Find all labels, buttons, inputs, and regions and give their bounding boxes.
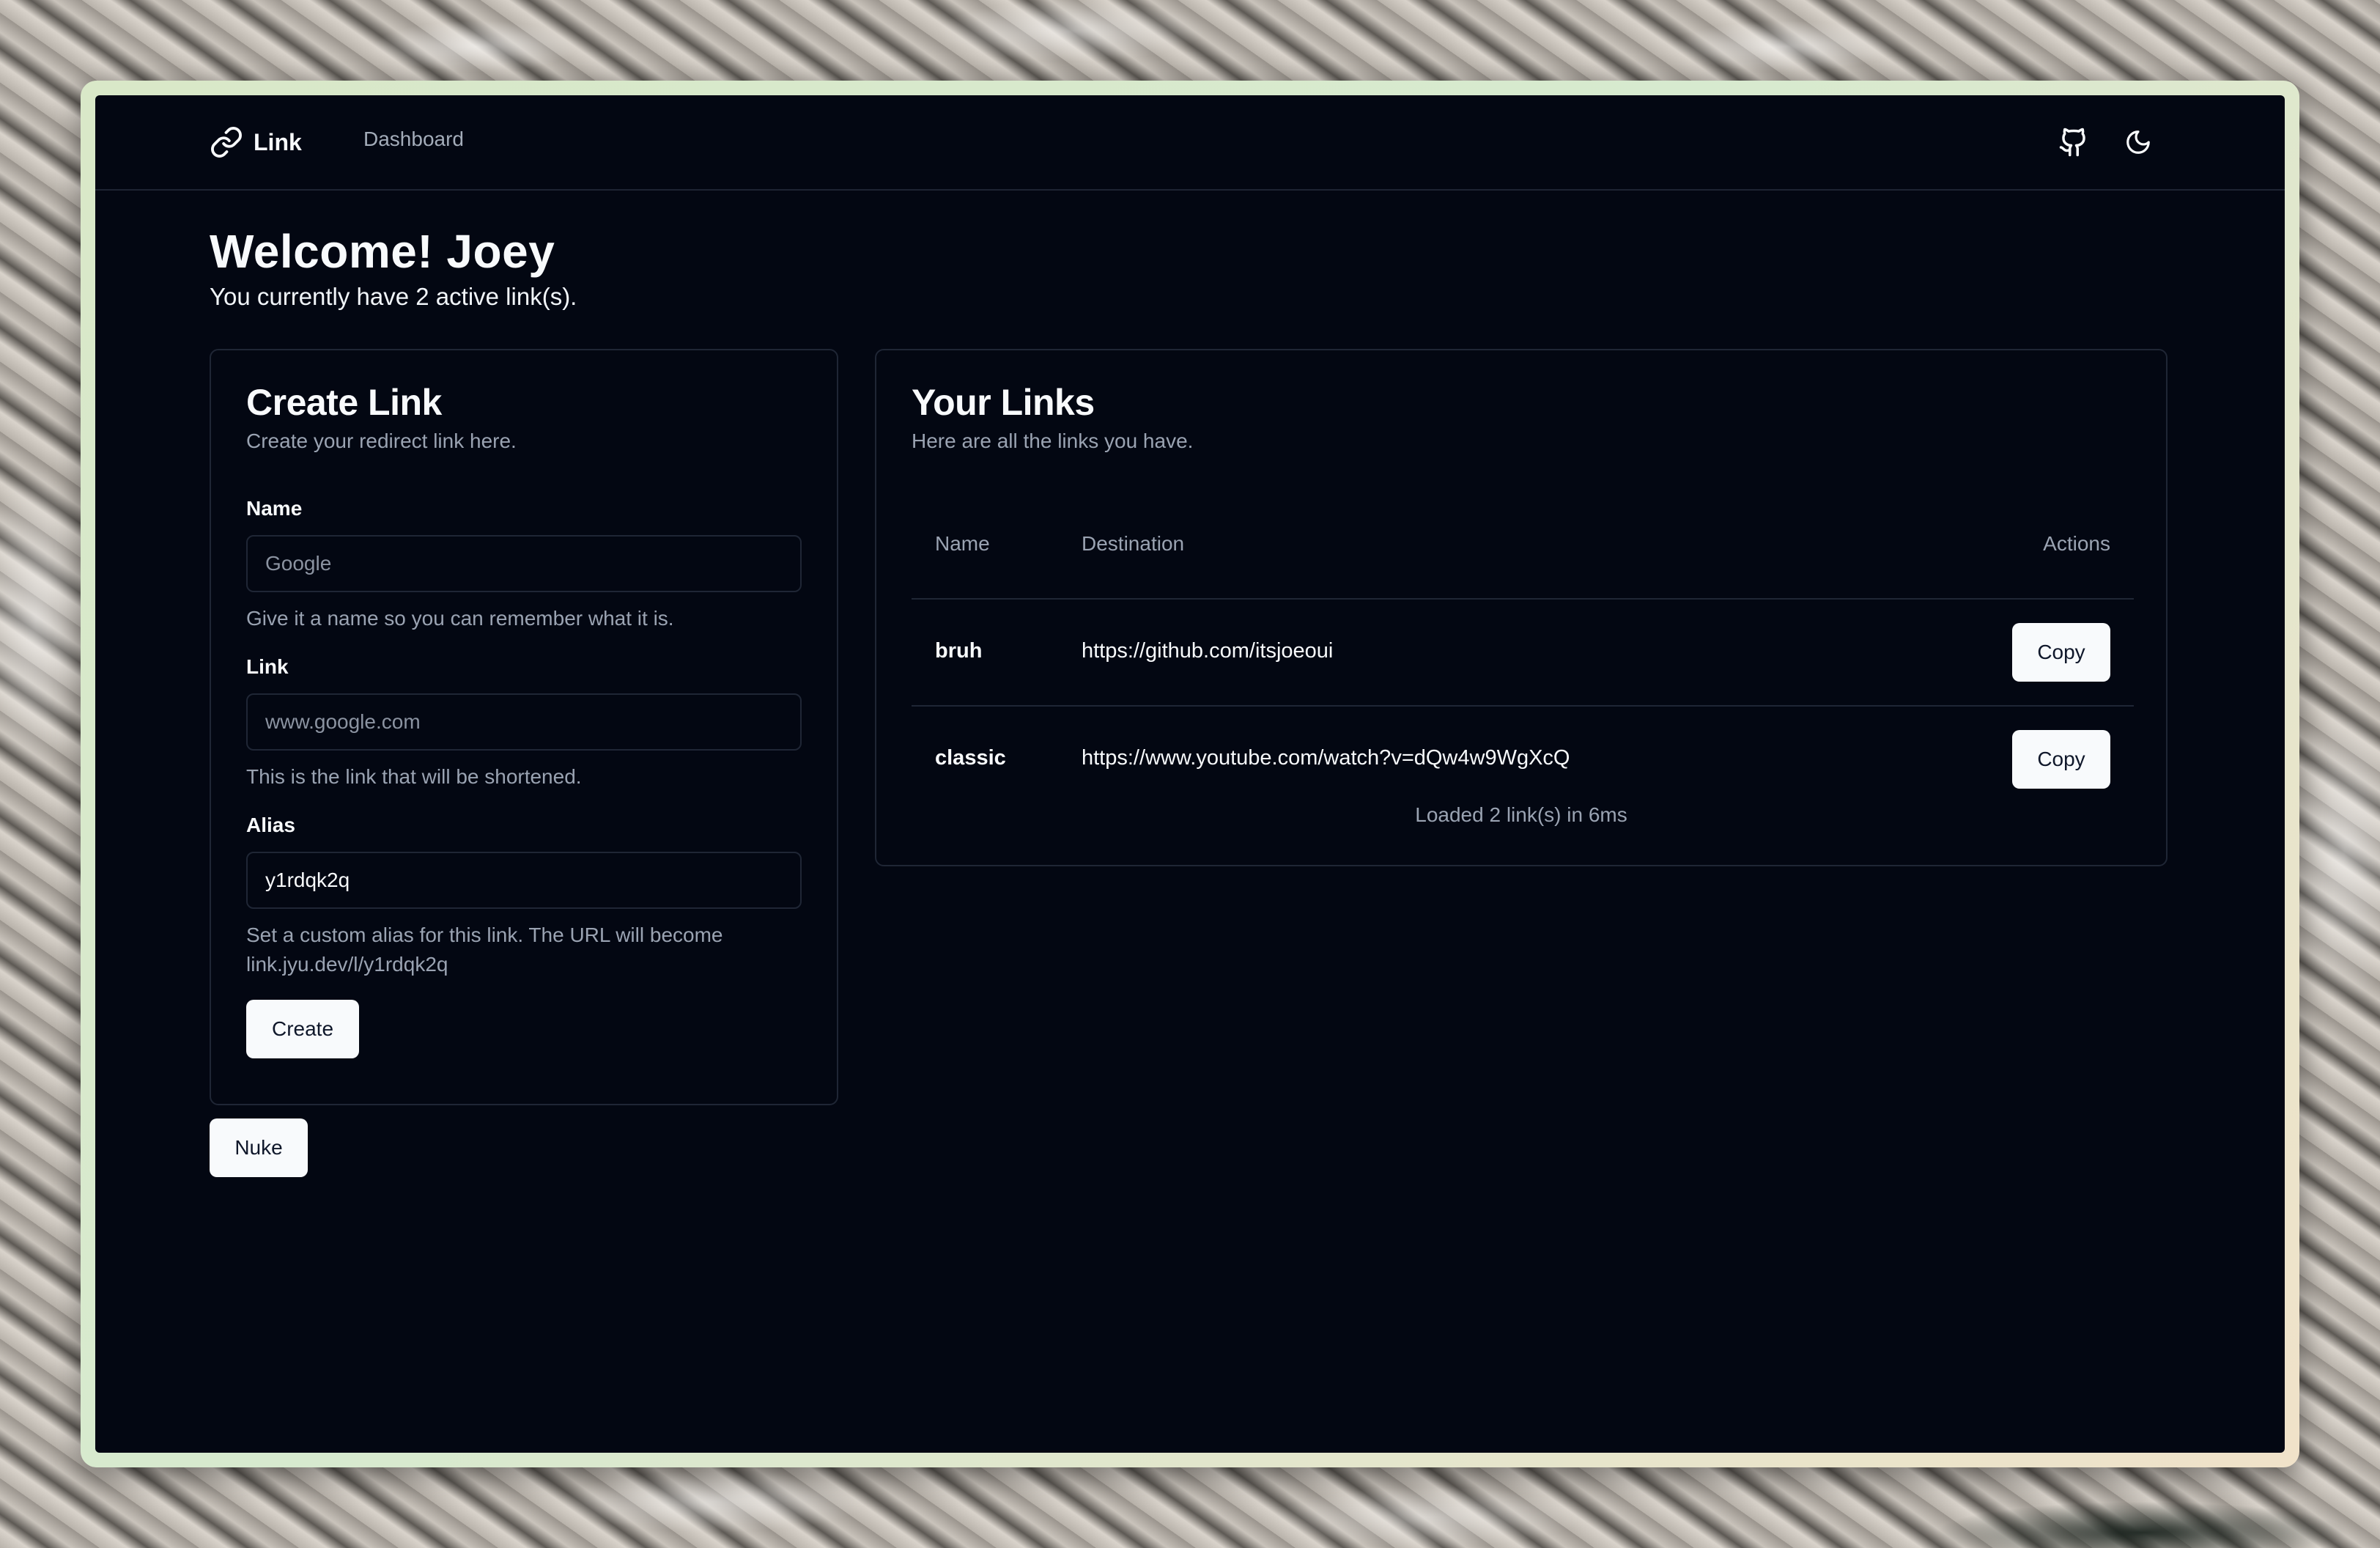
- nav-dashboard-link[interactable]: Dashboard: [363, 128, 464, 151]
- column-header-actions: Actions: [2043, 532, 2110, 555]
- window-frame: Link Dashboard Welcome! Joey You current…: [81, 81, 2299, 1467]
- theme-toggle-button[interactable]: [2121, 125, 2156, 160]
- your-links-card: Your Links Here are all the links you ha…: [875, 349, 2168, 866]
- alias-help: Set a custom alias for this link. The UR…: [246, 924, 723, 976]
- links-card-title: Your Links: [912, 382, 1095, 423]
- links-card-description: Here are all the links you have.: [912, 430, 1194, 452]
- alias-label: Alias: [246, 814, 295, 836]
- link-help: This is the link that will be shortened.: [246, 765, 582, 788]
- table-row: bruh https://github.com/itsjoeoui Copy: [912, 600, 2134, 707]
- links-table: Name Destination Actions bruh https://gi…: [912, 493, 2134, 814]
- column-header-name: Name: [935, 532, 990, 555]
- alias-input[interactable]: [246, 852, 802, 909]
- row-destination: https://www.youtube.com/watch?v=dQw4w9Wg…: [1082, 746, 1570, 770]
- copy-button[interactable]: Copy: [2012, 730, 2110, 789]
- column-header-destination: Destination: [1082, 532, 1185, 555]
- row-name: classic: [935, 746, 1006, 770]
- link-label: Link: [246, 655, 289, 678]
- row-destination: https://github.com/itsjoeoui: [1082, 639, 1334, 663]
- link-input[interactable]: [246, 693, 802, 751]
- create-button[interactable]: Create: [246, 1000, 359, 1058]
- table-header: Name Destination Actions: [912, 493, 2134, 600]
- copy-button[interactable]: Copy: [2012, 623, 2110, 682]
- create-card-title: Create Link: [246, 382, 442, 423]
- welcome-subtitle: You currently have 2 active link(s).: [210, 283, 577, 310]
- brand-label: Link: [254, 128, 302, 155]
- row-name: bruh: [935, 639, 983, 663]
- app-window: Link Dashboard Welcome! Joey You current…: [95, 95, 2285, 1453]
- welcome-title: Welcome! Joey: [210, 225, 555, 278]
- table-caption: Loaded 2 link(s) in 6ms: [1415, 803, 1627, 826]
- moon-icon: [2126, 130, 2150, 154]
- link-icon: [211, 127, 242, 158]
- name-input[interactable]: [246, 535, 802, 592]
- github-button[interactable]: [2056, 125, 2091, 160]
- top-nav: Link Dashboard: [95, 95, 2285, 191]
- github-icon: [2059, 128, 2085, 157]
- create-card-description: Create your redirect link here.: [246, 430, 517, 452]
- name-label: Name: [246, 497, 303, 520]
- table-row: classic https://www.youtube.com/watch?v=…: [912, 707, 2134, 814]
- name-help: Give it a name so you can remember what …: [246, 607, 674, 630]
- create-link-card: Create Link Create your redirect link he…: [210, 349, 838, 1105]
- brand-link[interactable]: Link: [210, 125, 302, 160]
- nuke-button[interactable]: Nuke: [210, 1118, 308, 1177]
